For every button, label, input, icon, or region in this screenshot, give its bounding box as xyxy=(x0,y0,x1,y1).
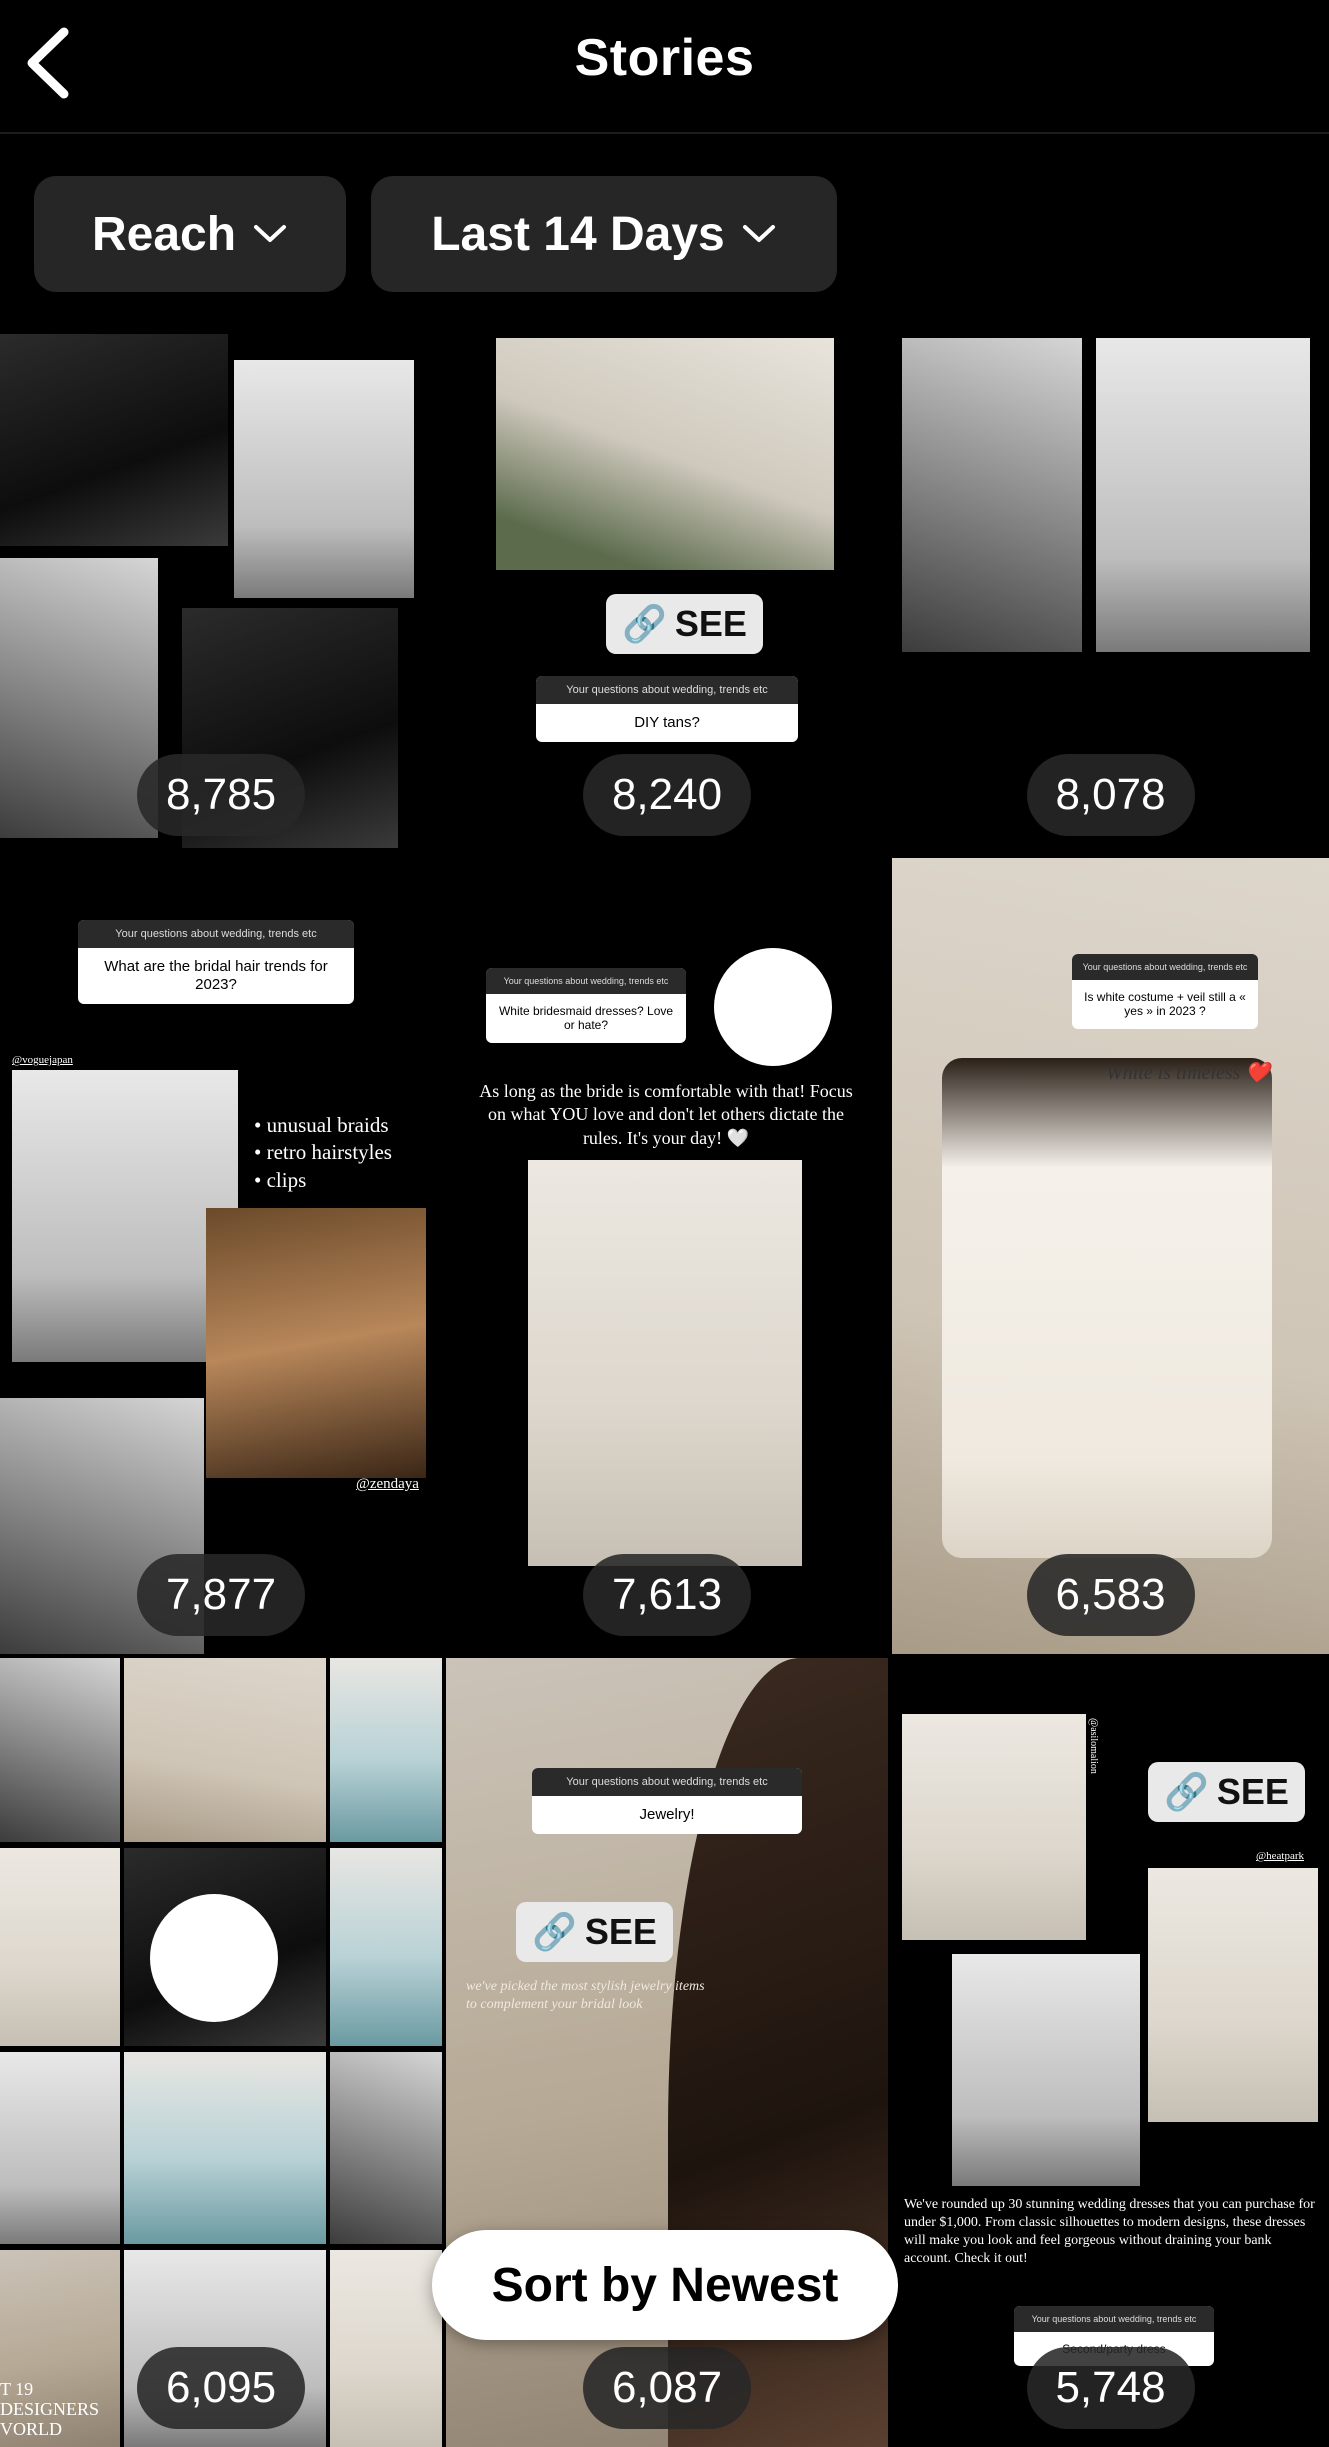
metric-dropdown-label: Reach xyxy=(91,207,237,261)
story-tile[interactable]: Your questions about wedding, trends etc… xyxy=(892,858,1329,1654)
stories-screen: Stories Reach Last 14 Days 8,785 🔗 SEE Y… xyxy=(0,0,1329,2447)
story-image xyxy=(1148,1868,1318,2122)
sort-by-newest-button[interactable]: Sort by Newest xyxy=(432,2230,898,2340)
link-icon: 🔗 xyxy=(1164,1771,1209,1812)
heart-eyes-emoji-icon: 😍 xyxy=(180,1921,248,1994)
question-sticker: Your questions about wedding, trends etc… xyxy=(532,1768,802,1834)
story-image xyxy=(330,1658,442,1842)
reach-count: 5,748 xyxy=(1026,2347,1195,2429)
story-image xyxy=(124,2052,326,2244)
reach-count: 6,087 xyxy=(583,2347,751,2429)
see-link-label: SEE xyxy=(674,603,747,644)
chevron-down-icon xyxy=(742,225,775,242)
question-sticker: Your questions about wedding, trends etc… xyxy=(1072,954,1258,1029)
reach-count: 6,583 xyxy=(1026,1554,1195,1636)
emoji-reaction: 😍 xyxy=(150,1894,278,2022)
credit-text: @zendaya xyxy=(356,1476,419,1492)
credit-text: @heatpark xyxy=(1256,1850,1304,1862)
story-image xyxy=(496,338,834,570)
see-link-button[interactable]: 🔗 SEE xyxy=(1148,1762,1305,1822)
question-header: Your questions about wedding, trends etc xyxy=(1014,2306,1214,2332)
story-image xyxy=(124,1658,326,1842)
link-icon: 🔗 xyxy=(532,1911,577,1952)
date-range-dropdown[interactable]: Last 14 Days xyxy=(371,176,837,292)
reach-count: 7,613 xyxy=(583,1554,751,1636)
bullet-item: • clips xyxy=(254,1167,307,1192)
question-sticker: Your questions about wedding, trends etc… xyxy=(486,968,686,1043)
story-image xyxy=(528,1160,802,1566)
header-bar: Stories xyxy=(0,0,1329,134)
question-header: Your questions about wedding, trends etc xyxy=(532,1768,802,1796)
question-header: Your questions about wedding, trends etc xyxy=(1072,954,1258,980)
filter-bar: Reach Last 14 Days xyxy=(0,134,1329,334)
chevron-down-icon xyxy=(254,225,287,242)
credit-text: @asilomalion xyxy=(1088,1718,1099,1774)
metric-dropdown[interactable]: Reach xyxy=(34,176,346,292)
see-link-label: SEE xyxy=(584,1911,657,1952)
story-tile[interactable]: 8,078 xyxy=(892,334,1329,854)
link-icon: 🔗 xyxy=(622,603,667,644)
story-image xyxy=(234,360,414,598)
question-text: Jewelry! xyxy=(639,1806,695,1823)
story-image xyxy=(0,1848,120,2046)
question-text: White bridesmaid dresses? Love or hate? xyxy=(498,1004,674,1033)
story-tile[interactable]: Your questions about wedding, trends etc… xyxy=(0,858,442,1654)
heart-eyes-emoji-icon: 😍 xyxy=(741,973,805,1040)
story-image xyxy=(206,1208,426,1478)
story-image xyxy=(330,1848,442,2046)
reach-count: 8,078 xyxy=(1026,754,1195,836)
story-tile[interactable]: 🔗 SEE Your questions about wedding, tren… xyxy=(446,334,888,854)
question-header: Your questions about wedding, trends etc xyxy=(78,920,354,948)
story-image xyxy=(0,558,158,838)
bullet-item: • unusual braids xyxy=(254,1113,389,1137)
story-image xyxy=(902,1714,1086,1940)
see-link-button[interactable]: 🔗 SEE xyxy=(516,1902,673,1962)
reach-count: 7,877 xyxy=(137,1554,305,1636)
credit-text: @voguejapan xyxy=(12,1054,73,1066)
story-tile[interactable]: Your questions about wedding, trends etc… xyxy=(446,858,888,1654)
story-image xyxy=(1096,338,1310,652)
bullet-item: • retro hairstyles xyxy=(254,1140,392,1165)
story-image xyxy=(0,1658,120,1842)
question-text: DIY tans? xyxy=(634,714,700,731)
question-text: What are the bridal hair trends for 2023… xyxy=(104,958,328,993)
story-caption: As long as the bride is comfortable with… xyxy=(479,1081,853,1148)
story-image xyxy=(902,338,1082,652)
story-tile[interactable]: 8,785 xyxy=(0,334,442,854)
overlay-text: T 19 DESIGNERS VORLD xyxy=(0,2379,100,2439)
reach-count: 8,785 xyxy=(137,754,305,836)
bullet-list: • unusual braids • retro hairstyles • cl… xyxy=(254,1112,392,1194)
question-header: Your questions about wedding, trends etc xyxy=(536,676,798,704)
question-sticker: Your questions about wedding, trends etc… xyxy=(78,920,354,1004)
story-image xyxy=(330,2052,442,2244)
story-image-subject xyxy=(942,1058,1272,1558)
story-image xyxy=(0,334,228,546)
story-image xyxy=(0,2052,120,2244)
question-text: Is white costume + veil still a « yes » … xyxy=(1084,990,1246,1019)
story-image xyxy=(12,1070,238,1362)
story-tile[interactable]: @asilomalion 🔗 SEE @heatpark We've round… xyxy=(892,1658,1329,2447)
emoji-reaction: 😍 xyxy=(714,948,832,1066)
story-caption: White is timeless ❤️ xyxy=(1106,1062,1271,1084)
see-link-label: SEE xyxy=(1216,1771,1289,1812)
date-range-dropdown-label: Last 14 Days xyxy=(431,207,725,261)
story-caption: we've picked the most stylish jewelry it… xyxy=(466,1979,705,2013)
story-image xyxy=(330,2250,442,2447)
story-caption: We've rounded up 30 stunning wedding dre… xyxy=(904,2197,1315,2266)
story-tile[interactable]: T 19 DESIGNERS VORLD 😍 6,095 xyxy=(0,1658,442,2447)
page-title: Stories xyxy=(574,29,755,87)
reach-count: 8,240 xyxy=(583,754,751,836)
question-sticker: Your questions about wedding, trends etc… xyxy=(536,676,798,742)
see-link-button[interactable]: 🔗 SEE xyxy=(606,594,763,654)
question-header: Your questions about wedding, trends etc xyxy=(486,968,686,994)
story-image xyxy=(952,1954,1140,2186)
reach-count: 6,095 xyxy=(137,2347,305,2429)
